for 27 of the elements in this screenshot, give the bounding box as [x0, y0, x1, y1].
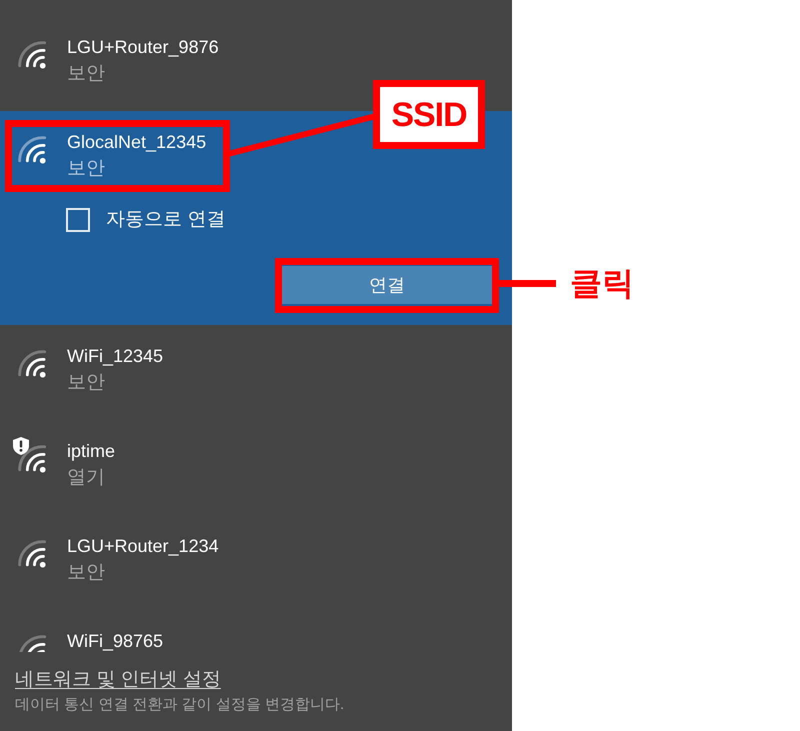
settings-link[interactable]: 네트워크 및 인터넷 설정	[15, 667, 221, 693]
network-name: GlocalNet_12345	[67, 131, 206, 154]
network-name: WiFi_98765	[67, 630, 164, 652]
network-name: LGU+Router_9876	[67, 36, 219, 59]
network-name: iptime	[67, 440, 116, 463]
annotation-label: 클릭	[570, 264, 634, 302]
connect-button[interactable]: 연결	[282, 266, 492, 304]
checkbox-label: 자동으로 연결	[106, 208, 226, 232]
network-name: WiFi_12345	[67, 345, 164, 368]
network-item[interactable]: WiFi_12345 보안	[0, 325, 512, 420]
security-status: 보안	[67, 157, 106, 181]
network-item[interactable]: LGU+Router_1234 보안	[0, 515, 512, 610]
callout-label: SSID	[373, 80, 485, 149]
wifi-signal-icon	[18, 41, 46, 69]
checkbox[interactable]	[66, 208, 90, 232]
wifi-signal-icon	[18, 136, 46, 164]
security-status: 열기	[67, 466, 106, 490]
wifi-signal-icon	[18, 445, 46, 473]
wifi-signal-icon	[18, 540, 46, 568]
network-item[interactable]: WiFi_98765	[0, 610, 512, 652]
settings-description: 데이터 통신 연결 전환과 같이 설정을 변경합니다.	[15, 695, 344, 715]
network-name: LGU+Router_1234	[67, 535, 219, 558]
network-item[interactable]: iptime 열기	[0, 420, 512, 515]
security-status: 보안	[67, 371, 106, 395]
wifi-signal-icon	[18, 350, 46, 378]
security-status: 보안	[67, 62, 106, 86]
security-status: 보안	[67, 561, 106, 585]
